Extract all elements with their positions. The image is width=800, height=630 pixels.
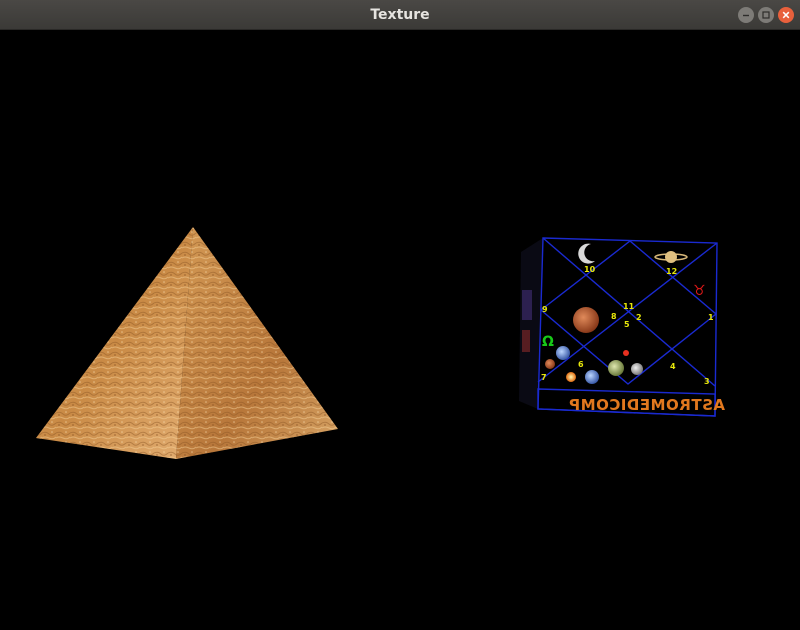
omega-symbol: Ω	[542, 334, 554, 350]
house-6: 6	[578, 360, 584, 369]
textured-pyramid	[36, 227, 338, 459]
planet-moon	[631, 363, 643, 375]
house-4: 4	[670, 362, 676, 371]
cube-banner-text: ASTROMEDICOMP	[569, 396, 725, 414]
minimize-button[interactable]	[738, 7, 754, 23]
pyramid-right-face-grain	[176, 227, 338, 459]
cube-side-detail-2	[522, 330, 530, 352]
house-5: 5	[624, 320, 630, 329]
textured-cube: 10 12 11 9 8 2 1 7 6 4 3 5 Ω ♉ ASTROMEDI…	[519, 237, 725, 417]
house-10: 10	[584, 265, 596, 274]
house-8: 8	[611, 312, 617, 321]
render-canvas[interactable]: 10 12 11 9 8 2 1 7 6 4 3 5 Ω ♉ ASTROMEDI…	[0, 30, 800, 630]
cube-side-detail	[522, 290, 532, 320]
house-2: 2	[636, 313, 642, 322]
house-3: 3	[704, 377, 710, 386]
maximize-button[interactable]	[758, 7, 774, 23]
close-icon	[782, 11, 790, 19]
house-12: 12	[666, 267, 677, 276]
title-bar[interactable]: Texture	[0, 0, 800, 30]
window-title: Texture	[370, 7, 430, 23]
app-window: Texture 10 12 11 9 8 2 1 7 6 4 3 5 Ω ♉ A…	[0, 0, 800, 630]
planet-earth	[585, 370, 599, 384]
close-button[interactable]	[778, 7, 794, 23]
minimize-icon	[743, 14, 749, 17]
taurus-symbol: ♉	[693, 283, 706, 299]
scene-svg: 10 12 11 9 8 2 1 7 6 4 3 5 Ω ♉ ASTROMEDI…	[36, 227, 725, 459]
house-11: 11	[623, 302, 635, 311]
planet-sun	[566, 372, 576, 382]
planet-neptune	[556, 346, 570, 360]
planet-small	[545, 359, 555, 369]
pyramid-left-face-grain	[36, 227, 193, 459]
planet-red-dot	[623, 350, 629, 356]
planet-mars	[573, 307, 599, 333]
house-7: 7	[541, 373, 547, 382]
house-1: 1	[708, 313, 714, 322]
house-9: 9	[542, 305, 548, 314]
planet-jupiter	[608, 360, 624, 376]
saturn-body	[665, 251, 677, 263]
maximize-icon	[762, 11, 770, 19]
cube-banner: ASTROMEDICOMP	[569, 396, 725, 414]
